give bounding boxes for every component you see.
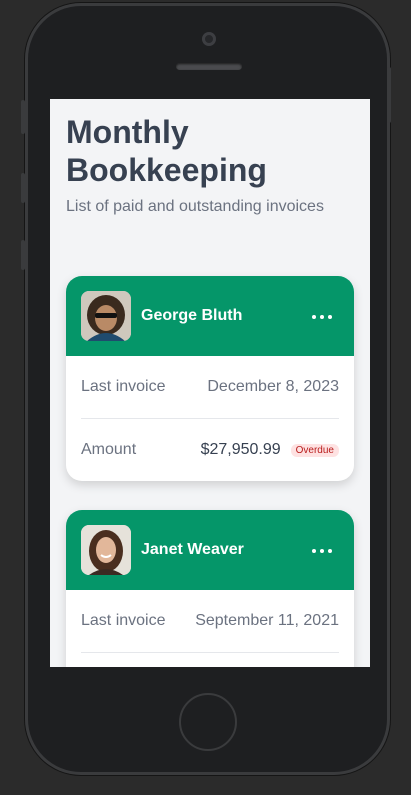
mute-switch [21,100,25,134]
amount-value: $27,950.99 [200,441,281,458]
home-button [179,693,237,751]
card-header: George Bluth [66,276,354,356]
client-name: Janet Weaver [141,541,244,558]
amount-label: Amount [81,441,137,458]
more-options-icon[interactable] [310,540,334,560]
client-card: George Bluth Last invoice December 8, 20… [66,276,354,481]
page-subtitle: List of paid and outstanding invoices [66,198,324,215]
amount-row: Amount $27,950.99 Overdue [81,418,339,481]
person-avatar-icon [81,525,131,575]
client-card: Janet Weaver Last invoice September 11, … [66,510,354,667]
client-name: George Bluth [141,307,243,324]
app-screen: Monthly Bookkeeping List of paid and out… [50,99,370,667]
amount-group: $27,950.99 Overdue [201,441,339,459]
last-invoice-date: September 11, 2021 [195,612,339,629]
earpiece-speaker [176,63,242,70]
more-options-icon[interactable] [310,306,334,326]
last-invoice-label: Last invoice [81,378,166,395]
last-invoice-date: December 8, 2023 [207,378,339,395]
last-invoice-label: Last invoice [81,612,166,629]
power-button [387,67,391,123]
front-camera [202,32,216,46]
status-badge: Overdue [290,443,339,457]
amount-row [81,652,339,667]
person-avatar-icon [81,291,131,341]
volume-up-button [21,173,25,203]
volume-down-button [21,240,25,270]
page-title: Monthly Bookkeeping [66,114,267,188]
last-invoice-row: Last invoice December 8, 2023 [81,356,339,418]
last-invoice-row: Last invoice September 11, 2021 [81,590,339,652]
card-header: Janet Weaver [66,510,354,590]
